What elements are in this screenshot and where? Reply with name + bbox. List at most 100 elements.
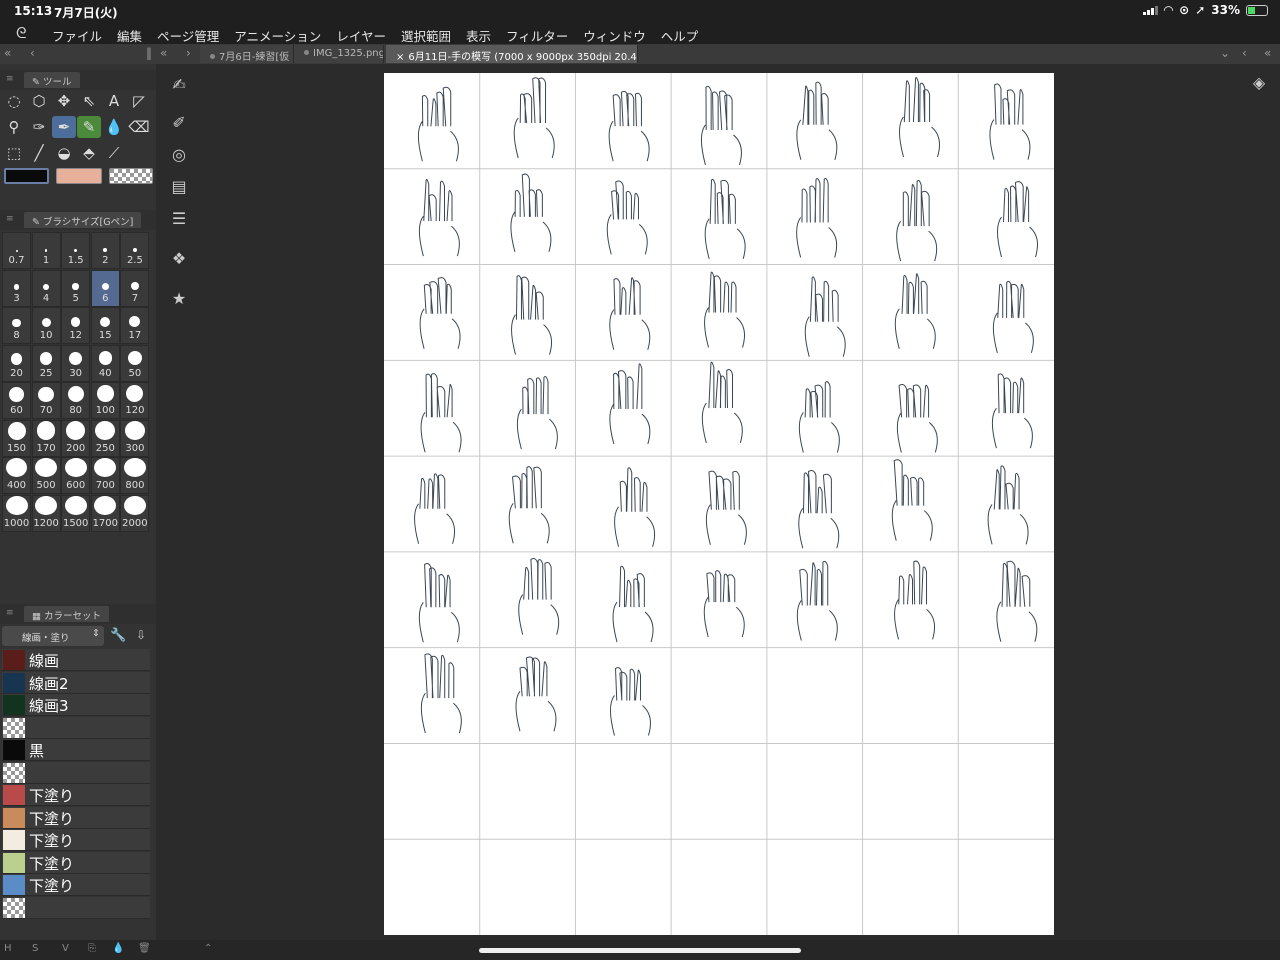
brush-size-1700[interactable]: 1700 (90, 494, 120, 532)
transparent-color-swatch[interactable] (109, 168, 153, 184)
rect-select-icon[interactable]: ⬚ (2, 142, 26, 164)
colorset-entry[interactable]: 下塗り (2, 851, 150, 874)
menu-selection[interactable]: 選択範囲 (401, 26, 451, 45)
brush-size-2.5[interactable]: 2.5 (120, 232, 150, 269)
text-icon[interactable]: A (102, 90, 126, 112)
tab-list-chevron-down-icon[interactable]: ⌄ (1220, 46, 1230, 60)
hue-button[interactable]: H (4, 943, 12, 954)
tool-property-icon[interactable]: ✐ (168, 112, 190, 134)
menu-grip-icon[interactable]: ≡ (6, 608, 14, 618)
object-icon[interactable]: ⬡ (27, 90, 51, 112)
layers-icon[interactable]: ◈ (1248, 72, 1270, 94)
brush-size-150[interactable]: 150 (2, 419, 31, 457)
menu-view[interactable]: 表示 (466, 26, 491, 45)
colorset-entry[interactable]: 下塗り (2, 784, 150, 806)
sub-tool-palette-icon[interactable]: ✍ (168, 74, 190, 96)
brush-size-25[interactable]: 25 (31, 344, 61, 382)
menu-animation[interactable]: アニメーション (234, 26, 321, 45)
colorset-entry[interactable]: 線画3 (2, 694, 150, 716)
menu-edit[interactable]: 編集 (117, 26, 142, 45)
layer-property-icon[interactable]: ☰ (168, 208, 190, 230)
sub-tool-icon[interactable]: ⚲ (2, 116, 26, 138)
clip-studio-logo-icon[interactable]: ᘓ (16, 24, 27, 42)
brush-size-3[interactable]: 3 (2, 269, 31, 307)
chevron-left-icon[interactable]: ‹ (30, 46, 35, 60)
menu-file[interactable]: ファイル (52, 26, 102, 45)
favorites-icon[interactable]: ★ (168, 288, 190, 310)
colorset-entry[interactable]: 線画2 (2, 671, 150, 694)
close-icon[interactable]: × (396, 52, 404, 63)
colorset-entry[interactable]: 黒 (2, 739, 150, 761)
brush-size-300[interactable]: 300 (120, 419, 150, 457)
colorset-entry[interactable]: 下塗り (2, 829, 150, 851)
brush-size-20[interactable]: 20 (2, 344, 31, 382)
frame-border-icon[interactable]: ◸ (127, 90, 151, 112)
menu-page[interactable]: ページ管理 (157, 26, 219, 45)
droplet-icon[interactable]: 💧 (112, 943, 124, 954)
sub-color-swatch[interactable] (56, 168, 102, 184)
brush-size-170[interactable]: 170 (31, 419, 61, 457)
main-color-swatch[interactable] (4, 168, 49, 184)
brush-size-2000[interactable]: 2000 (120, 494, 150, 532)
brush-size-10[interactable]: 10 (31, 307, 61, 344)
menu-grip-icon[interactable]: ≡ (6, 214, 14, 224)
brush-size-15[interactable]: 15 (90, 307, 120, 344)
brush-size-1.5[interactable]: 1.5 (61, 232, 91, 269)
move-icon[interactable]: ✥ (52, 90, 76, 112)
blend-tool-icon[interactable]: 💧 (102, 116, 126, 138)
collapse-right-icon[interactable]: « (1264, 46, 1271, 60)
brush-size-30[interactable]: 30 (61, 344, 91, 382)
chevron-left-icon-right[interactable]: ‹ (1242, 46, 1247, 60)
download-icon[interactable]: ⇩ (136, 628, 146, 642)
colorset-entry[interactable]: 線画 (2, 649, 150, 671)
panel-divider-icon[interactable]: ‖ (146, 46, 152, 60)
navigator-icon[interactable]: ◎ (168, 144, 190, 166)
colorset-entry[interactable]: 下塗り (2, 806, 150, 829)
brush-size-250[interactable]: 250 (90, 419, 120, 457)
brush-size-100[interactable]: 100 (90, 382, 120, 419)
pen-tool-icon[interactable]: ✑ (27, 116, 51, 138)
brush-size-800[interactable]: 800 (120, 457, 150, 494)
brush-size-0.7[interactable]: 0.7 (2, 232, 31, 269)
colorset-dropdown[interactable]: 線画・塗り ⇕ (2, 626, 104, 646)
brush-size-200[interactable]: 200 (61, 419, 91, 457)
saturation-button[interactable]: S (32, 943, 38, 954)
operation-icon[interactable]: ⇖ (77, 90, 101, 112)
brush-size-2[interactable]: 2 (90, 232, 120, 269)
brush-size-12[interactable]: 12 (61, 307, 91, 344)
brush-size-700[interactable]: 700 (90, 457, 120, 494)
timeline-icon[interactable]: ▤ (168, 176, 190, 198)
fill-bucket-icon[interactable]: ◒ (52, 142, 76, 164)
marker-icon[interactable]: ⬘ (77, 142, 101, 164)
menu-window[interactable]: ウィンドウ (583, 26, 646, 45)
menu-filter[interactable]: フィルター (506, 26, 568, 45)
brush-size-7[interactable]: 7 (120, 269, 150, 307)
brush-size-40[interactable]: 40 (90, 344, 120, 382)
brush-size-1200[interactable]: 1200 (31, 494, 61, 532)
colorset-entry[interactable]: 下塗り (2, 874, 150, 896)
value-button[interactable]: V (62, 943, 69, 954)
collapse-left-icon-2[interactable]: « (160, 46, 167, 60)
brush-size-title[interactable]: ✎ ブラシサイズ[Gペン] (24, 212, 142, 228)
brush-size-60[interactable]: 60 (2, 382, 31, 419)
brush-size-1000[interactable]: 1000 (2, 494, 31, 532)
wrench-icon[interactable]: 🔧 (110, 628, 126, 643)
colorset-title[interactable]: ▦ カラーセット (24, 606, 110, 622)
chevron-right-icon[interactable]: › (186, 46, 191, 60)
brush-size-70[interactable]: 70 (31, 382, 61, 419)
brush-size-1500[interactable]: 1500 (61, 494, 91, 532)
pencil-tool-icon[interactable]: ✎ (77, 116, 101, 138)
brush-size-50[interactable]: 50 (120, 344, 150, 382)
brush-size-4[interactable]: 4 (31, 269, 61, 307)
menu-layer[interactable]: レイヤー (336, 26, 386, 45)
colorset-entry[interactable] (2, 761, 150, 784)
line-tool-icon[interactable]: ╱ (27, 142, 51, 164)
brush-size-6[interactable]: 6 (90, 269, 120, 307)
colorset-entry[interactable] (2, 716, 150, 739)
brush-size-80[interactable]: 80 (61, 382, 91, 419)
brush-size-1[interactable]: 1 (31, 232, 61, 269)
tab-document-2[interactable]: IMG_1325.png[ (294, 45, 384, 63)
tab-document-1[interactable]: 7月6日-練習[仮 (200, 45, 294, 63)
brush-size-8[interactable]: 8 (2, 307, 31, 344)
chevron-up-icon[interactable]: ⌃ (204, 943, 212, 954)
